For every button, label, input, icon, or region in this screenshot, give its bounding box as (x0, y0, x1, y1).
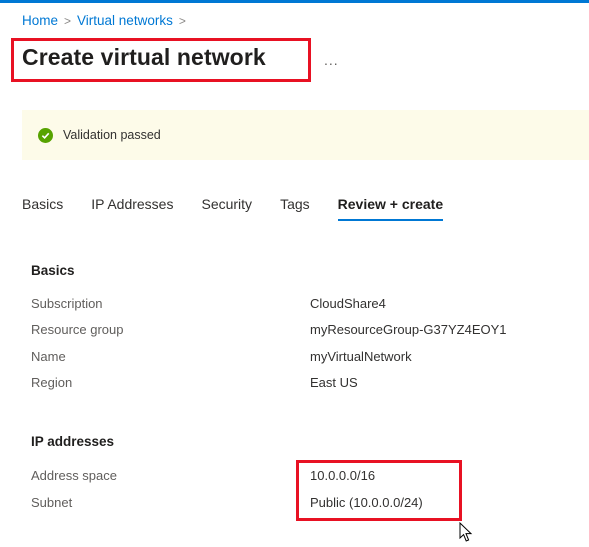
summary-row-region: Region East US (31, 375, 571, 393)
tab-tags[interactable]: Tags (280, 196, 310, 221)
row-label: Resource group (31, 322, 124, 337)
validation-banner: Validation passed (22, 110, 589, 160)
tab-security[interactable]: Security (201, 196, 252, 221)
breadcrumb-separator-icon: > (64, 13, 72, 28)
breadcrumb: Home > Virtual networks > (22, 13, 192, 28)
top-accent-bar (0, 0, 589, 3)
page-title: Create virtual network (22, 44, 266, 70)
mouse-pointer-icon (459, 522, 473, 542)
tab-review-create[interactable]: Review + create (337, 196, 444, 221)
breadcrumb-virtual-networks-link[interactable]: Virtual networks (77, 13, 173, 28)
row-label: Name (31, 349, 66, 364)
ip-addresses-heading: IP addresses (31, 434, 115, 449)
row-label: Region (31, 375, 73, 390)
row-value: myVirtualNetwork (310, 349, 412, 364)
check-circle-icon (38, 127, 53, 143)
more-options-button[interactable]: ... (324, 52, 339, 68)
tab-bar: Basics IP Addresses Security Tags Review… (22, 196, 471, 221)
row-label: Subnet (31, 495, 73, 510)
validation-text: Validation passed (63, 128, 161, 142)
tab-ip-addresses[interactable]: IP Addresses (91, 196, 173, 221)
tab-basics[interactable]: Basics (22, 196, 63, 221)
ip-highlight-box (296, 460, 462, 521)
summary-row-resource-group: Resource group myResourceGroup-G37YZ4EOY… (31, 322, 571, 340)
row-value: myResourceGroup-G37YZ4EOY1 (310, 322, 507, 337)
row-label: Subscription (31, 296, 103, 311)
breadcrumb-separator-icon: > (178, 13, 186, 28)
breadcrumb-home-link[interactable]: Home (22, 13, 58, 28)
summary-row-name: Name myVirtualNetwork (31, 349, 571, 367)
row-value: East US (310, 375, 358, 390)
summary-row-subscription: Subscription CloudShare4 (31, 296, 571, 314)
basics-heading: Basics (31, 263, 75, 278)
row-value: CloudShare4 (310, 296, 386, 311)
row-label: Address space (31, 468, 117, 483)
